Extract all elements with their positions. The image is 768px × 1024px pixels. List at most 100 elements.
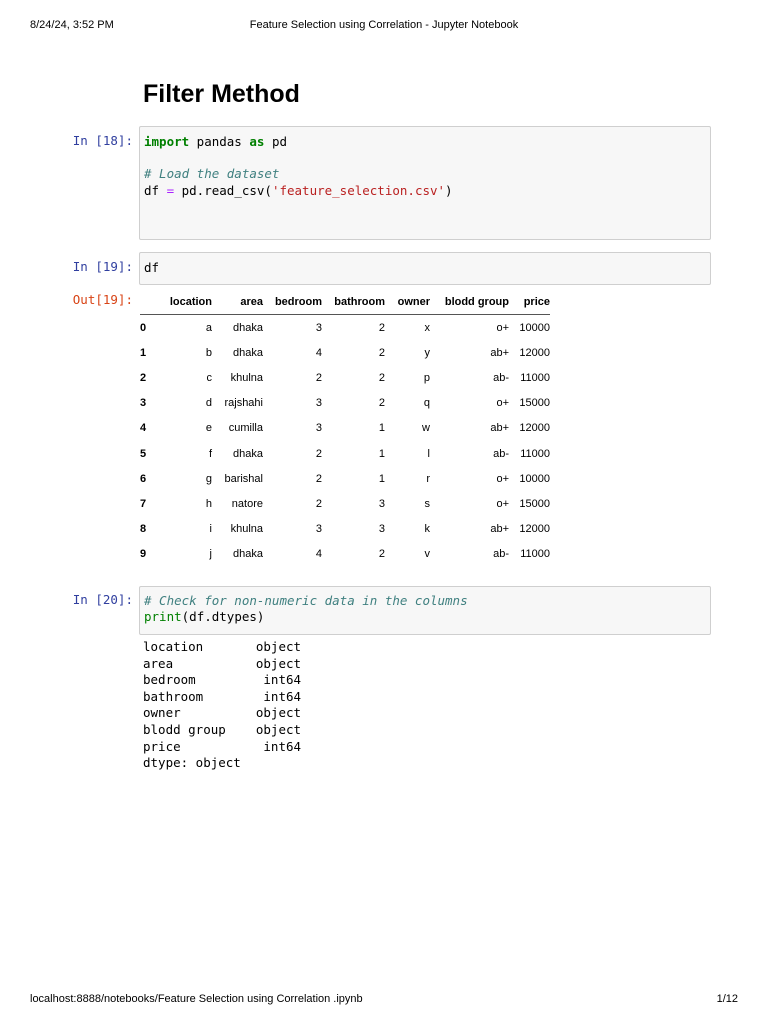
row-index: 9 bbox=[140, 548, 147, 561]
table-row: 4 e cumilla 3 1 w ab+ 12000 bbox=[140, 416, 550, 441]
table-cell: 12000 bbox=[519, 346, 550, 359]
table-cell: g bbox=[205, 472, 212, 485]
table-cell: cumilla bbox=[228, 422, 263, 435]
table-cell: ab- bbox=[493, 548, 509, 561]
table-cell: 2 bbox=[378, 397, 385, 410]
table-cell: l bbox=[427, 447, 430, 460]
table-cell: 15000 bbox=[519, 397, 550, 410]
code-comment: # Check for non-numeric data in the colu… bbox=[144, 593, 468, 608]
cell-prompt-out-19: Out[19]: bbox=[72, 292, 133, 307]
table-cell: q bbox=[423, 397, 430, 410]
table-cell: j bbox=[209, 548, 212, 561]
table-cell: b bbox=[205, 346, 212, 359]
output-line: area object bbox=[143, 655, 302, 671]
code-line-df: df bbox=[144, 260, 160, 275]
table-cell: p bbox=[423, 371, 430, 384]
table-cell: h bbox=[205, 497, 212, 510]
table-cell: barishal bbox=[224, 472, 263, 485]
output-line: owner object bbox=[143, 705, 302, 721]
table-cell: ab- bbox=[493, 371, 509, 384]
table-cell: 4 bbox=[315, 548, 322, 561]
cell-prompt-in-20: In [20]: bbox=[72, 592, 133, 607]
table-cell: o+ bbox=[496, 472, 509, 485]
table-cell: k bbox=[424, 523, 431, 536]
table-cell: 12000 bbox=[519, 523, 550, 536]
output-line: dtype: object bbox=[143, 755, 241, 771]
table-row: 5 f dhaka 2 1 l ab- 11000 bbox=[140, 441, 550, 466]
print-footer-page: 1/12 bbox=[716, 993, 738, 1005]
table-cell: dhaka bbox=[233, 346, 263, 359]
table-cell: 3 bbox=[315, 397, 322, 410]
table-cell: 2 bbox=[315, 497, 322, 510]
table-cell: w bbox=[422, 422, 430, 435]
table-cell: 10000 bbox=[519, 321, 550, 334]
operator: = bbox=[166, 183, 175, 198]
table-cell: 12000 bbox=[519, 422, 550, 435]
code-cell-18[interactable]: import pandas as pd # Load the dataset d… bbox=[139, 126, 711, 240]
column-header bbox=[140, 290, 158, 315]
column-header: location bbox=[169, 296, 212, 308]
row-index: 8 bbox=[140, 523, 147, 536]
table-cell: o+ bbox=[496, 497, 509, 510]
output-line: price int64 bbox=[143, 738, 302, 754]
cell-prompt-in-18: In [18]: bbox=[72, 133, 133, 148]
table-cell: 3 bbox=[315, 523, 322, 536]
column-header: price bbox=[523, 296, 550, 308]
row-index: 4 bbox=[140, 422, 147, 435]
table-cell: 10000 bbox=[519, 472, 550, 485]
output-line: bathroom int64 bbox=[143, 688, 302, 704]
string-literal: 'feature_selection.csv' bbox=[271, 183, 446, 198]
output-line: bedroom int64 bbox=[143, 672, 302, 688]
column-header: bathroom bbox=[334, 296, 385, 308]
code-comment: # Load the dataset bbox=[144, 166, 280, 181]
table-cell: rajshahi bbox=[224, 397, 263, 410]
column-header: bedroom bbox=[274, 296, 322, 308]
code-text: pandas bbox=[189, 134, 250, 149]
row-index: 3 bbox=[140, 397, 147, 410]
table-row: 0 a dhaka 3 2 x o+ 10000 bbox=[140, 315, 550, 341]
row-index: 1 bbox=[140, 346, 147, 359]
table-cell: 11000 bbox=[520, 548, 550, 561]
code-text: pd bbox=[264, 134, 288, 149]
code-line-read-csv: df = pd.read_csv('feature_selection.csv'… bbox=[144, 183, 453, 198]
code-text: ) bbox=[445, 183, 453, 198]
column-header: blodd group bbox=[444, 296, 509, 308]
table-cell: 2 bbox=[315, 371, 322, 384]
table-cell: 2 bbox=[378, 346, 385, 359]
table-cell: 2 bbox=[315, 447, 322, 460]
table-cell: 1 bbox=[378, 447, 385, 460]
builtin-print: print bbox=[144, 609, 182, 624]
code-line-import: import pandas as pd bbox=[144, 134, 287, 149]
code-cell-19[interactable]: df bbox=[139, 252, 711, 285]
table-cell: 3 bbox=[315, 422, 322, 435]
table-cell: v bbox=[424, 548, 431, 561]
table-cell: ab+ bbox=[490, 346, 509, 359]
table-cell: ab+ bbox=[490, 422, 509, 435]
table-row: 6 g barishal 2 1 r o+ 10000 bbox=[140, 466, 550, 491]
print-footer-url: localhost:8888/notebooks/Feature Selecti… bbox=[30, 993, 363, 1005]
table-cell: dhaka bbox=[233, 321, 263, 334]
cell-prompt-in-19: In [19]: bbox=[72, 259, 133, 274]
row-index: 0 bbox=[140, 321, 147, 334]
table-cell: dhaka bbox=[233, 548, 263, 561]
column-header: area bbox=[240, 296, 263, 308]
table-row: 9 j dhaka 4 2 v ab- 11000 bbox=[140, 542, 550, 567]
table-cell: 11000 bbox=[520, 371, 550, 384]
keyword-import: import bbox=[144, 134, 190, 149]
code-cell-20[interactable]: # Check for non-numeric data in the colu… bbox=[139, 586, 711, 635]
table-cell: 2 bbox=[378, 371, 385, 384]
row-index: 5 bbox=[140, 447, 147, 460]
table-cell: 4 bbox=[315, 346, 322, 359]
table-row: 7 h natore 2 3 s o+ 15000 bbox=[140, 491, 550, 516]
table-cell: 3 bbox=[315, 321, 322, 334]
table-cell: f bbox=[208, 447, 212, 460]
table-cell: s bbox=[424, 497, 431, 510]
table-cell: o+ bbox=[496, 397, 509, 410]
output-line: location object bbox=[143, 639, 302, 654]
table-row: 3 d rajshahi 3 2 q o+ 15000 bbox=[140, 391, 550, 416]
row-index: 7 bbox=[140, 497, 147, 510]
table-cell: 15000 bbox=[519, 497, 550, 510]
table-cell: 2 bbox=[378, 321, 385, 334]
row-index: 6 bbox=[140, 472, 147, 485]
table-cell: dhaka bbox=[233, 447, 263, 460]
